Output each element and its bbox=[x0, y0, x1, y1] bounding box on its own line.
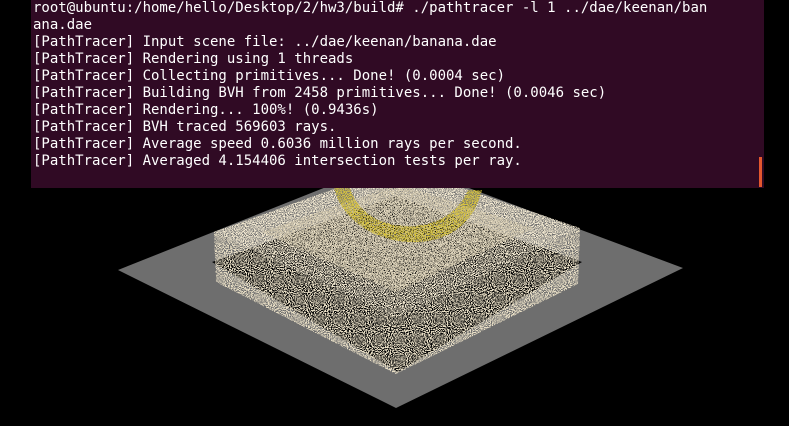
terminal-window[interactable]: root@ubuntu:/home/hello/Desktop/2/hw3/bu… bbox=[31, 0, 764, 188]
terminal-line: [PathTracer] BVH traced 569603 rays. bbox=[33, 119, 337, 135]
terminal-cursor bbox=[759, 157, 762, 187]
terminal-line: root@ubuntu:/home/hello/Desktop/2/hw3/bu… bbox=[33, 0, 708, 16]
terminal-line: [PathTracer] Average speed 0.6036 millio… bbox=[33, 136, 522, 152]
terminal-line: [PathTracer] Averaged 4.154406 intersect… bbox=[33, 153, 522, 169]
pathtracer-screen: root@ubuntu:/home/hello/Desktop/2/hw3/bu… bbox=[0, 0, 789, 426]
terminal-line: [PathTracer] Collecting primitives... Do… bbox=[33, 68, 506, 84]
terminal-line: [PathTracer] Rendering using 1 threads bbox=[33, 51, 354, 67]
terminal-line: [PathTracer] Rendering... 100%! (0.9436s… bbox=[33, 102, 379, 118]
terminal-output: root@ubuntu:/home/hello/Desktop/2/hw3/bu… bbox=[31, 0, 764, 170]
terminal-line: [PathTracer] Input scene file: ../dae/ke… bbox=[33, 34, 497, 50]
terminal-line: ana.dae bbox=[33, 17, 93, 33]
terminal-line: [PathTracer] Building BVH from 2458 prim… bbox=[33, 85, 607, 101]
